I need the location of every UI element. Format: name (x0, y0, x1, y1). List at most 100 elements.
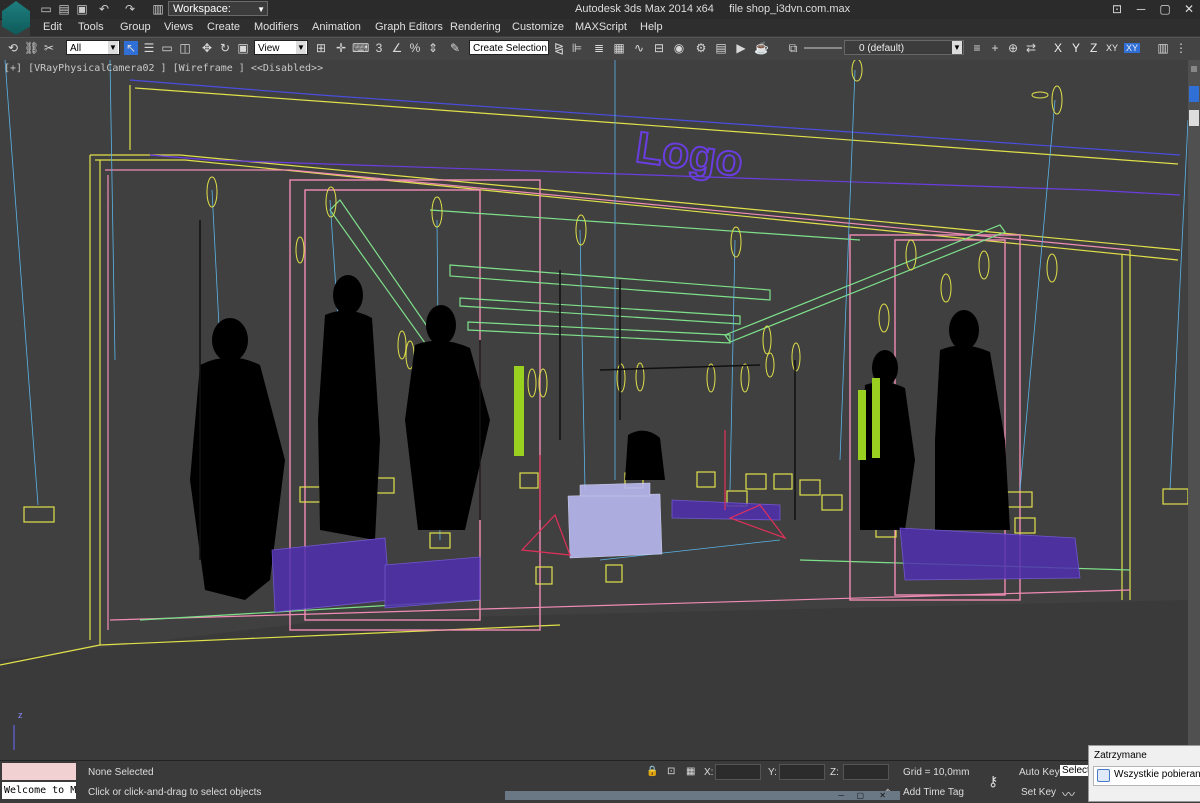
mirror-icon[interactable]: ⧎ (552, 41, 566, 55)
popup-item-row[interactable]: Wszystkie pobierania (1093, 766, 1200, 786)
redo-icon[interactable]: ↷ (122, 2, 138, 16)
minimize-icon[interactable]: ─ (838, 791, 844, 800)
snaps-toggle-icon[interactable]: 3 (372, 41, 386, 55)
workspace-dropdown[interactable]: Workspace: Default ▼ (168, 1, 268, 30)
rect-selection-icon[interactable]: ▭ (160, 41, 174, 55)
pivot-center-icon[interactable]: ⊞ (314, 41, 328, 55)
download-popup[interactable]: Zatrzymane Wszystkie pobierania (1088, 745, 1200, 802)
x-coord-field[interactable] (715, 764, 761, 780)
lock-icon[interactable]: 🔒 (646, 766, 658, 777)
menu-group[interactable]: Group (120, 21, 151, 33)
constrain-y-button[interactable]: Y (1072, 41, 1080, 55)
key-icon[interactable]: ⚷ (988, 773, 998, 790)
render-production-icon[interactable]: ▶ (734, 41, 748, 55)
minimize-icon[interactable]: ─ (1132, 2, 1150, 16)
app-title: Autodesk 3ds Max 2014 x64 (575, 3, 714, 15)
menu-rendering[interactable]: Rendering (450, 21, 501, 33)
curve-editor-icon[interactable]: ∿ (632, 41, 646, 55)
new-file-icon[interactable]: ▭ (38, 2, 54, 16)
layer-icon[interactable]: ⧉ (786, 41, 800, 55)
menu-maxscript[interactable]: MAXScript (575, 21, 627, 33)
open-file-icon[interactable]: ▤ (56, 2, 72, 16)
schematic-view-icon[interactable]: ⊟ (652, 41, 666, 55)
layer-manager-icon[interactable]: ≣ (592, 41, 606, 55)
auto-key-button[interactable]: Auto Key (1019, 767, 1060, 778)
maximize-icon[interactable]: ▢ (1156, 2, 1174, 16)
undo-scene-icon[interactable]: ⟲ (6, 41, 20, 55)
create-layer-icon[interactable]: ≡ (970, 41, 984, 55)
menu-graph-editors[interactable]: Graph Editors (375, 21, 443, 33)
graphite-toggle-icon[interactable]: ▦ (612, 41, 626, 55)
reference-coord-dropdown[interactable]: View ▼ (254, 40, 308, 55)
y-coord-field[interactable] (779, 764, 825, 780)
select-by-name-icon[interactable]: ☰ (142, 41, 156, 55)
menu-animation[interactable]: Animation (312, 21, 361, 33)
link-icon[interactable]: ⛓ (24, 41, 39, 55)
command-panel-strip[interactable] (1188, 60, 1200, 750)
maximize-icon[interactable]: ▢ (856, 791, 864, 800)
maxscript-input[interactable]: Welcome to M (2, 782, 76, 799)
angle-snap-icon[interactable]: ∠ (390, 41, 404, 55)
project-folder-icon[interactable]: ▥ (150, 2, 166, 16)
menu-create[interactable]: Create (207, 21, 240, 33)
selection-status: None Selected (88, 767, 154, 778)
add-to-layer-icon[interactable]: + (988, 41, 1002, 55)
material-editor-icon[interactable]: ◉ (672, 41, 686, 55)
set-current-layer-icon[interactable]: ⇄ (1024, 41, 1038, 55)
close-icon[interactable]: ✕ (1180, 2, 1198, 16)
spinner-snap-icon[interactable]: ⇕ (426, 41, 440, 55)
edit-named-selection-icon[interactable]: ✎ (448, 41, 462, 55)
menu-views[interactable]: Views (164, 21, 193, 33)
modify-panel-icon[interactable] (1189, 110, 1199, 126)
viewport-label[interactable]: [+] [VRayPhysicalCamera02 ] [Wireframe ]… (4, 63, 323, 74)
menu-tools[interactable]: Tools (78, 21, 104, 33)
render-teapot-icon[interactable]: ☕ (754, 41, 769, 55)
window-crossing-icon[interactable]: ◫ (178, 41, 192, 55)
set-key-button[interactable]: Set Key (1021, 787, 1056, 798)
menu-help[interactable]: Help (640, 21, 663, 33)
rotate-icon[interactable]: ↻ (218, 41, 232, 55)
menu-modifiers[interactable]: Modifiers (254, 21, 299, 33)
keyboard-shortcut-icon[interactable]: ⌨ (352, 41, 369, 55)
rendered-frame-icon[interactable]: ▤ (714, 41, 728, 55)
unlink-icon[interactable]: ✂ (42, 41, 56, 55)
select-in-layer-icon[interactable]: ⊕ (1006, 41, 1020, 55)
ribbon-menu-icon[interactable]: ⋮ (1174, 41, 1188, 55)
add-time-tag[interactable]: Add Time Tag (903, 787, 964, 798)
align-icon[interactable]: ⊫ (570, 41, 584, 55)
constrain-x-button[interactable]: X (1054, 41, 1062, 55)
layer-dropdown[interactable]: 0 (default) ▼ (844, 40, 964, 55)
create-panel-icon[interactable] (1189, 86, 1199, 102)
menu-customize[interactable]: Customize (512, 21, 564, 33)
key-filters-icon[interactable]: 〰 (1062, 784, 1075, 803)
menu-edit[interactable]: Edit (43, 21, 62, 33)
perspective-viewport[interactable]: Logo [+] [VRayPhysicalCamera02] [Wirefr… (0, 60, 1188, 760)
scale-icon[interactable]: ▣ (236, 41, 250, 55)
constrain-xy-plane-button[interactable]: XY (1124, 43, 1141, 53)
close-icon[interactable]: ✕ (879, 791, 886, 800)
absolute-mode-icon[interactable]: ⊡ (667, 766, 675, 777)
selection-filter-dropdown[interactable]: All ▼ (66, 40, 120, 55)
named-selection-dropdown[interactable]: Create Selection Se (469, 40, 549, 55)
select-object-icon[interactable]: ↖ (124, 41, 138, 55)
constrain-xy-button[interactable]: XY (1106, 43, 1118, 53)
move-icon[interactable]: ✥ (200, 41, 214, 55)
selection-filter-value: All (70, 43, 82, 54)
percent-snap-icon[interactable]: % (408, 41, 422, 55)
grid-size: Grid = 10,0mm (903, 767, 970, 778)
app-logo-icon[interactable] (2, 1, 30, 35)
z-coord-field[interactable] (843, 764, 889, 780)
constrain-z-button[interactable]: Z (1090, 41, 1097, 55)
render-setup-icon[interactable]: ⚙ (694, 41, 708, 55)
undo-icon[interactable]: ↶ (96, 2, 112, 16)
x-label: X: (704, 767, 714, 778)
ribbon-toggle-icon[interactable]: ▥ (1156, 41, 1170, 55)
transform-type-in-icon[interactable]: ▦ (686, 766, 695, 777)
named-selection-value: Create Selection Se (473, 43, 548, 54)
select-manipulate-icon[interactable]: ✛ (334, 41, 348, 55)
panel-tab-icon[interactable] (1191, 66, 1197, 72)
infocenter-icon[interactable]: ⊡ (1108, 2, 1126, 16)
save-file-icon[interactable]: ▣ (74, 2, 90, 16)
chevron-down-icon: ▼ (296, 41, 306, 54)
maxscript-mini-listener[interactable] (2, 763, 76, 780)
